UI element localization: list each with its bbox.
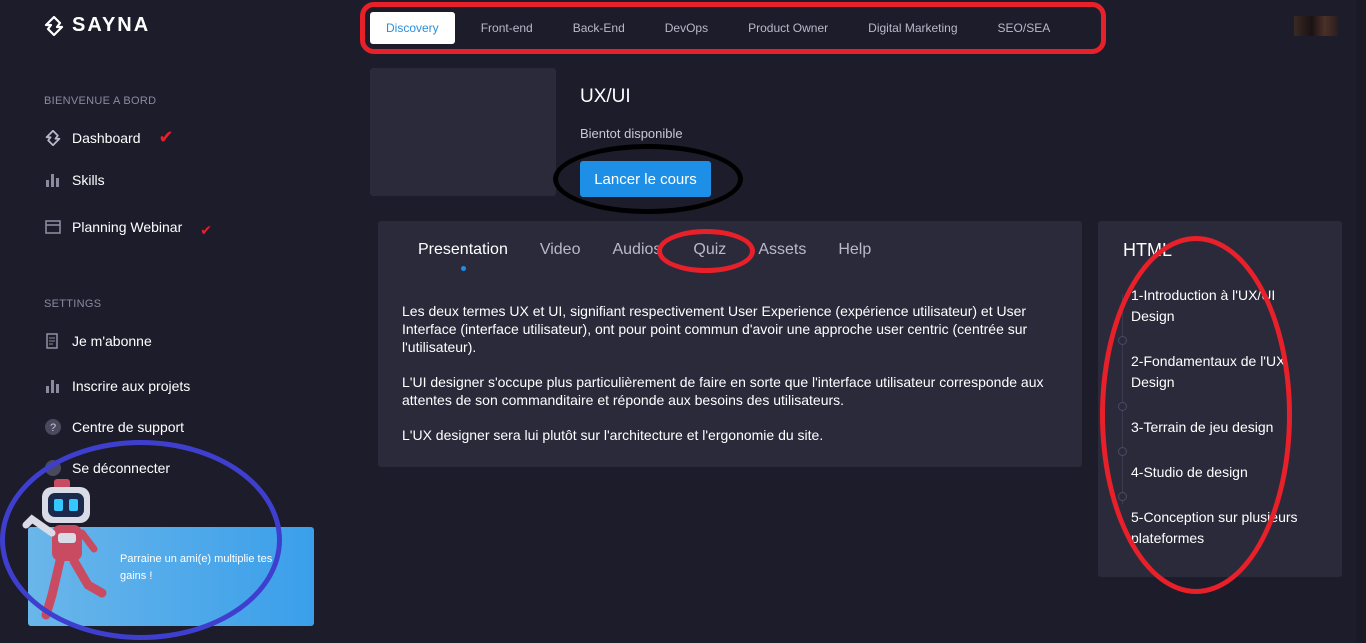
tab-seo-sea[interactable]: SEO/SEA [978,12,1071,44]
launch-course-button[interactable]: Lancer le cours [580,161,711,197]
sidebar-item-label: Je m'abonne [72,333,152,349]
description-paragraph: L'UI designer s'occupe plus particulière… [402,374,1044,408]
course-title: UX/UI [580,86,631,107]
sidebar-item-projects[interactable]: Inscrire aux projets [44,377,190,395]
bar-chart-icon [44,377,62,395]
brand-logo[interactable]: SAYNA [44,14,150,37]
chapter-item[interactable]: 1-Introduction à l'UX/UI Design [1131,285,1301,327]
timeline-dot [1118,402,1127,411]
dashboard-icon [44,129,62,147]
sidebar-item-label: Dashboard [72,129,141,146]
logo-icon [44,15,64,36]
course-description: Les deux termes UX et UI, signifiant res… [402,302,1062,461]
sidebar-item-label: Inscrire aux projets [72,378,191,394]
robot-mascot-icon [22,479,107,620]
tab-front-end[interactable]: Front-end [461,12,553,44]
section-welcome: BIENVENUE A BORD [44,95,157,107]
check-mark-icon: ✔ [200,222,212,238]
tab-quiz[interactable]: Quiz [693,241,726,259]
timeline-line [1122,294,1123,504]
check-mark-icon: ✔ [158,127,174,147]
sidebar-item-subscribe[interactable]: Je m'abonne [44,332,152,350]
tab-discovery[interactable]: Discovery [370,12,455,44]
description-paragraph: L'UX designer sera lui plutôt sur l'arch… [402,427,824,443]
brand-name: SAYNA [72,14,151,36]
tab-back-end[interactable]: Back-End [553,12,645,44]
chapter-list-title: HTML [1123,240,1172,260]
sidebar-item-planning-webinar[interactable]: Planning Webinar ✔ [44,214,212,239]
sidebar-item-skills[interactable]: Skills [44,171,105,189]
sidebar-item-label: Centre de support [72,419,185,435]
tab-digital-marketing[interactable]: Digital Marketing [848,12,977,44]
category-tabs: Discovery Front-end Back-End DevOps Prod… [364,8,1100,48]
referral-text: Parraine un ami(e) multiplie tes gains ! [120,553,273,582]
receipt-icon [44,332,62,350]
page-scrollbar[interactable] [1356,0,1366,643]
user-avatar[interactable] [1294,16,1338,36]
tab-presentation[interactable]: Presentation [418,241,508,271]
timeline-dot [1118,447,1127,456]
tab-video[interactable]: Video [540,241,581,259]
sidebar-item-label: Planning Webinar [72,218,183,235]
sidebar-item-dashboard[interactable]: Dashboard ✔ [44,127,174,148]
content-tabs: Presentation Video Audios Quiz Assets He… [418,241,903,271]
tab-devops[interactable]: DevOps [645,12,728,44]
timeline-dot [1118,336,1127,345]
course-thumbnail [370,68,556,196]
sidebar-item-label: Skills [72,172,105,188]
bar-chart-icon [44,171,62,189]
tab-product-owner[interactable]: Product Owner [728,12,848,44]
chapter-item[interactable]: 3-Terrain de jeu design [1131,417,1301,438]
calendar-icon [44,218,62,236]
course-status: Bientot disponible [580,126,683,141]
chapter-item[interactable]: 5-Conception sur plusieurs plateformes [1131,507,1301,549]
section-settings: SETTINGS [44,298,102,310]
description-paragraph: Les deux termes UX et UI, signifiant res… [402,303,1028,355]
sidebar-item-label: Se déconnecter [72,460,171,476]
chapter-item[interactable]: 2-Fondamentaux de l'UX Design [1131,351,1301,393]
chapter-item[interactable]: 4-Studio de design [1131,462,1301,483]
tab-help[interactable]: Help [838,241,871,259]
tab-assets[interactable]: Assets [758,241,806,259]
timeline-dot [1118,492,1127,501]
tab-audios[interactable]: Audios [612,241,661,259]
help-circle-icon: ? [44,418,62,436]
svg-text:?: ? [50,422,56,434]
sidebar-item-support[interactable]: ? Centre de support [44,418,184,436]
